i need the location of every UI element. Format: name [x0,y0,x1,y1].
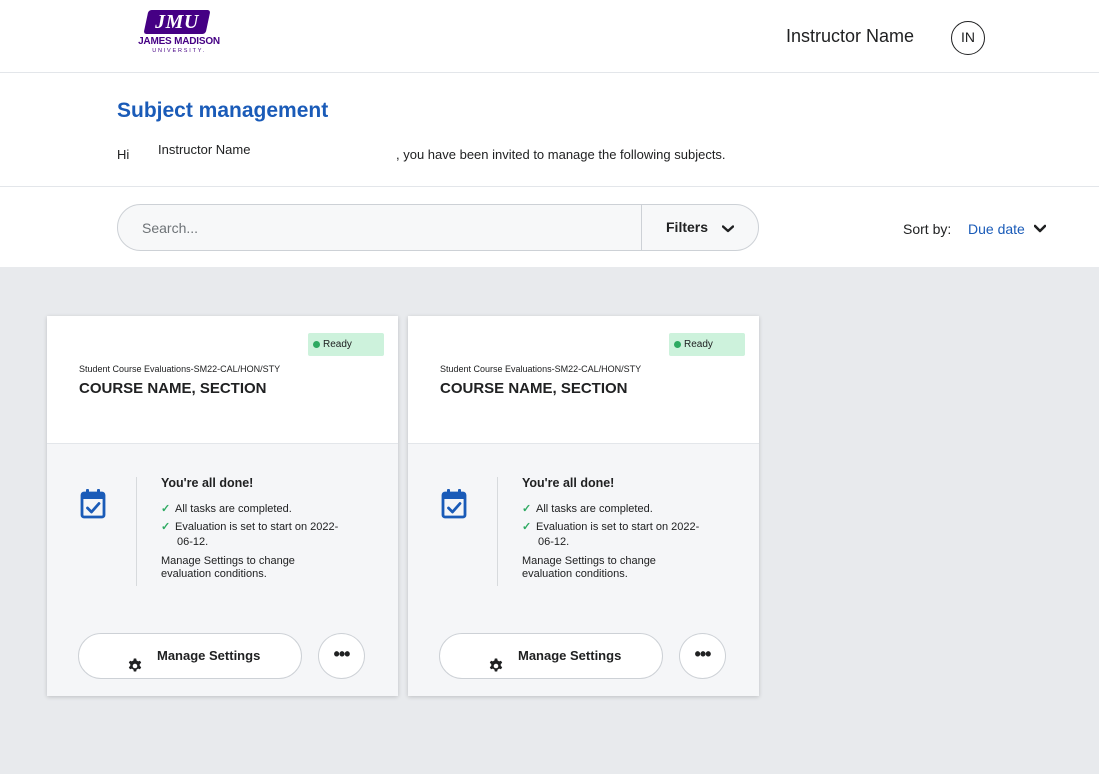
logo-subtext: UNIVERSITY. [152,48,206,54]
check-icon: ✓ [522,503,532,515]
gear-icon [488,648,504,672]
sort-dropdown[interactable]: Due date [968,221,1025,237]
subject-card: Ready Student Course Evaluations-SM22-CA… [408,316,759,696]
card-subtitle: Student Course Evaluations-SM22-CAL/HON/… [79,364,281,374]
check-item: ✓ Evaluation is set to start on 2022- [522,521,700,533]
top-bar: JMU JAMES MADISON UNIVERSITY. Instructor… [0,0,1099,73]
check-item-continued: 06-12. [177,536,209,548]
manage-settings-button[interactable]: Manage Settings [78,633,302,679]
check-item: ✓ All tasks are completed. [522,503,653,515]
check-item: ✓ Evaluation is set to start on 2022- [161,521,339,533]
vertical-divider [136,477,137,586]
greeting-name: Instructor Name [158,142,251,157]
jmu-logo[interactable]: JMU JAMES MADISON UNIVERSITY. [134,8,224,60]
user-name[interactable]: Instructor Name [786,26,914,47]
check-item: ✓ All tasks are completed. [161,503,292,515]
card-header: Ready Student Course Evaluations-SM22-CA… [47,316,398,444]
section-divider [0,186,1099,187]
status-dot-icon [674,341,681,348]
search-bar: Filters [117,204,759,251]
card-title[interactable]: COURSE NAME, SECTION [440,380,628,397]
page-title: Subject management [117,99,329,122]
settings-note: Manage Settings to change evaluation con… [161,555,295,580]
check-icon: ✓ [161,521,171,533]
card-subtitle: Student Course Evaluations-SM22-CAL/HON/… [440,364,642,374]
chevron-down-icon[interactable] [1033,221,1047,239]
logo-mark: JMU [143,10,211,34]
more-options-button[interactable]: ••• [318,633,365,679]
chevron-down-icon [721,206,735,251]
more-options-button[interactable]: ••• [679,633,726,679]
check-icon: ✓ [161,503,171,515]
status-badge: Ready [669,333,745,356]
subject-card: Ready Student Course Evaluations-SM22-CA… [47,316,398,696]
filters-label: Filters [666,219,709,235]
done-title: You're all done! [161,476,254,490]
greeting-hi: Hi [117,147,130,162]
calendar-check-icon [441,484,467,524]
manage-settings-button[interactable]: Manage Settings [439,633,663,679]
filters-button[interactable]: Filters [641,205,758,250]
vertical-divider [497,477,498,586]
gear-icon [127,648,143,672]
card-header: Ready Student Course Evaluations-SM22-CA… [408,316,759,444]
done-title: You're all done! [522,476,615,490]
search-input[interactable] [142,219,632,237]
settings-note: Manage Settings to change evaluation con… [522,555,656,580]
status-dot-icon [313,341,320,348]
check-icon: ✓ [522,521,532,533]
card-title[interactable]: COURSE NAME, SECTION [79,380,267,397]
logo-wordmark: JAMES MADISON [138,36,220,47]
greeting-message: , you have been invited to manage the fo… [396,147,726,162]
status-badge: Ready [308,333,384,356]
calendar-check-icon [80,484,106,524]
sort-label: Sort by: [903,221,952,237]
check-item-continued: 06-12. [538,536,570,548]
avatar[interactable]: IN [951,21,985,55]
